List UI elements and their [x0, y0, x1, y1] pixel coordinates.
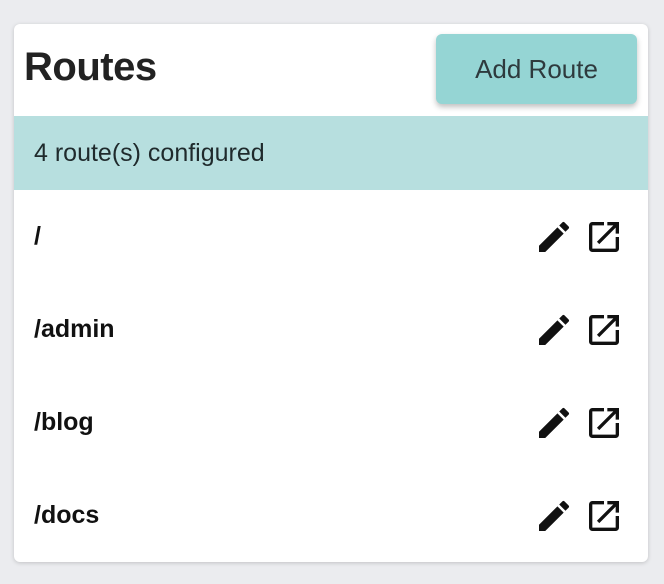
route-path: /blog	[34, 408, 94, 436]
open-external-icon[interactable]	[584, 310, 624, 350]
edit-icon[interactable]	[534, 403, 574, 443]
open-external-icon[interactable]	[584, 496, 624, 536]
route-actions	[534, 310, 624, 350]
route-actions	[534, 496, 624, 536]
route-list: / /admin /blog /docs	[14, 190, 648, 562]
add-route-button[interactable]: Add Route	[436, 34, 637, 104]
route-actions	[534, 217, 624, 257]
route-row: /	[14, 190, 648, 283]
open-external-icon[interactable]	[584, 217, 624, 257]
route-count-text: 4 route(s) configured	[34, 138, 265, 167]
routes-card: Routes Add Route 4 route(s) configured /…	[14, 24, 648, 562]
route-row: /admin	[14, 283, 648, 376]
route-actions	[534, 403, 624, 443]
route-path: /admin	[34, 315, 115, 343]
route-path: /docs	[34, 501, 100, 529]
edit-icon[interactable]	[534, 310, 574, 350]
status-bar: 4 route(s) configured	[14, 116, 648, 190]
route-row: /blog	[14, 376, 648, 469]
open-external-icon[interactable]	[584, 403, 624, 443]
card-header: Routes Add Route	[14, 24, 648, 116]
route-row: /docs	[14, 469, 648, 562]
page-title: Routes	[24, 45, 157, 89]
edit-icon[interactable]	[534, 496, 574, 536]
route-path: /	[34, 222, 41, 250]
edit-icon[interactable]	[534, 217, 574, 257]
